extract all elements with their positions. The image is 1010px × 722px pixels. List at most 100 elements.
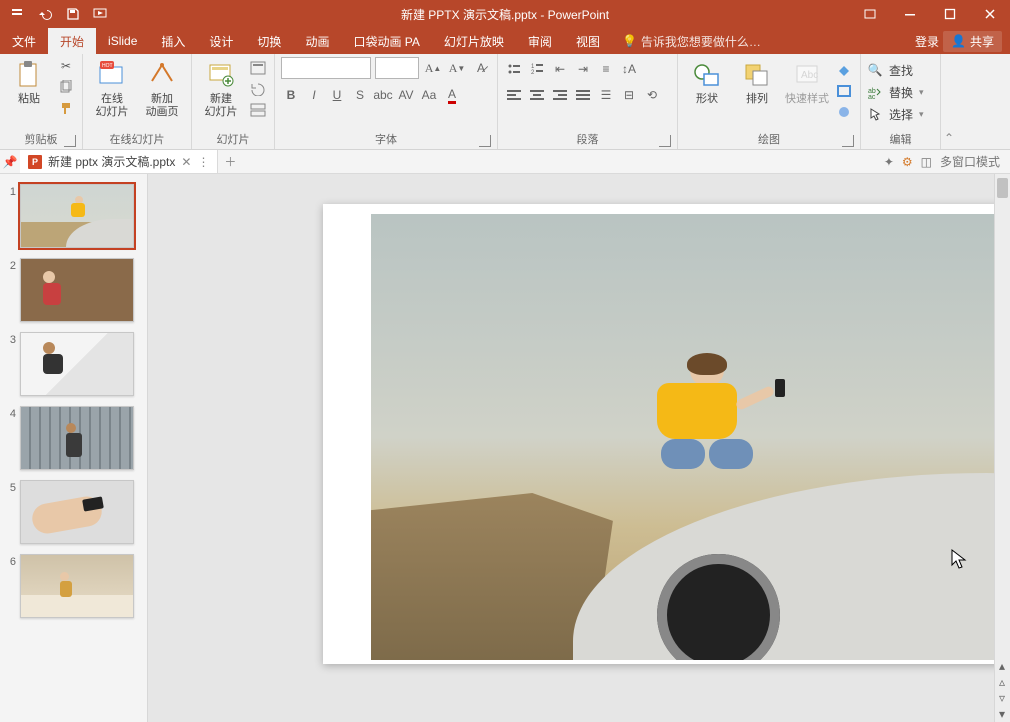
close-tab-icon[interactable]: ✕ — [181, 155, 191, 169]
tab-animations[interactable]: 动画 — [293, 28, 341, 54]
tab-slideshow[interactable]: 幻灯片放映 — [432, 28, 516, 54]
slide-thumbnail-6[interactable] — [20, 554, 134, 618]
grow-font-icon[interactable]: A▲ — [423, 58, 443, 78]
slide-thumbnail-panel[interactable]: 1 2 3 4 5 6 — [0, 174, 148, 722]
increase-indent-icon[interactable]: ⇥ — [573, 59, 593, 79]
vertical-scrollbar[interactable]: ▴ ▵ ▿ ▾ — [994, 174, 1010, 722]
start-from-beginning-icon[interactable] — [88, 2, 114, 26]
justify-icon[interactable] — [573, 85, 593, 105]
font-family-combo[interactable] — [281, 57, 371, 79]
slide-editor-area[interactable]: ▴ ▵ ▿ ▾ — [148, 174, 1010, 722]
shrink-font-icon[interactable]: A▼ — [447, 58, 467, 78]
ribbon-display-icon[interactable] — [850, 0, 890, 28]
gear-icon[interactable]: ⚙ — [902, 155, 913, 169]
character-spacing-icon[interactable]: AV — [396, 85, 416, 105]
minimize-button[interactable] — [890, 0, 930, 28]
quick-styles-button[interactable]: Abc 快速样式 — [784, 57, 830, 106]
tab-insert[interactable]: 插入 — [149, 28, 197, 54]
text-direction-icon[interactable]: ↕A — [619, 59, 639, 79]
undo-icon[interactable] — [32, 2, 58, 26]
shape-fill-icon[interactable] — [834, 61, 854, 79]
tell-me-search[interactable]: 💡 告诉我您想要做什么… — [612, 28, 771, 54]
layout-icon[interactable] — [248, 59, 268, 77]
decrease-indent-icon[interactable]: ⇤ — [550, 59, 570, 79]
login-link[interactable]: 登录 — [915, 33, 939, 50]
multiwindow-icon[interactable]: ◫ — [921, 155, 932, 169]
shape-outline-icon[interactable] — [834, 82, 854, 100]
bullets-icon[interactable] — [504, 59, 524, 79]
slide-thumbnail-5[interactable] — [20, 480, 134, 544]
reset-icon[interactable] — [248, 80, 268, 98]
tab-view[interactable]: 视图 — [564, 28, 612, 54]
close-button[interactable] — [970, 0, 1010, 28]
tab-review[interactable]: 审阅 — [516, 28, 564, 54]
tab-transitions[interactable]: 切换 — [245, 28, 293, 54]
shapes-button[interactable]: 形状 — [684, 57, 730, 106]
bold-button[interactable]: B — [281, 85, 301, 105]
cut-icon[interactable]: ✂ — [56, 57, 76, 75]
columns-icon[interactable]: ☰ — [596, 85, 616, 105]
multiwindow-label[interactable]: 多窗口模式 — [940, 153, 1000, 170]
arrange-button[interactable]: 排列 — [734, 57, 780, 106]
scrollbar-thumb[interactable] — [997, 178, 1008, 198]
slide-canvas[interactable] — [323, 204, 1010, 664]
online-slides-button[interactable]: HOT 在线 幻灯片 — [89, 57, 135, 119]
italic-button[interactable]: I — [304, 85, 324, 105]
tab-menu-icon[interactable]: ⋮ — [197, 155, 209, 169]
slide-image[interactable] — [371, 214, 1010, 660]
align-text-icon[interactable]: ⊟ — [619, 85, 639, 105]
document-tab[interactable]: P 新建 pptx 演示文稿.pptx ✕ ⋮ — [20, 150, 218, 173]
paragraph-launcher-icon[interactable] — [659, 135, 671, 147]
clipboard-launcher-icon[interactable] — [64, 135, 76, 147]
shape-effects-icon[interactable] — [834, 103, 854, 121]
window-title: 新建 PPTX 演示文稿.pptx - PowerPoint — [401, 6, 609, 23]
slide-thumbnail-3[interactable] — [20, 332, 134, 396]
strikethrough-button[interactable]: S — [350, 85, 370, 105]
align-right-icon[interactable] — [550, 85, 570, 105]
slide-thumbnail-1[interactable] — [20, 184, 134, 248]
scroll-up-icon[interactable]: ▴ — [994, 658, 1010, 674]
slide-thumbnail-4[interactable] — [20, 406, 134, 470]
paste-button[interactable]: 粘贴 — [6, 57, 52, 106]
drawing-launcher-icon[interactable] — [842, 135, 854, 147]
tab-pocket-anim[interactable]: 口袋动画 PA — [341, 28, 431, 54]
new-animation-page-button[interactable]: 新加 动画页 — [139, 57, 185, 119]
numbering-icon[interactable]: 12 — [527, 59, 547, 79]
format-painter-icon[interactable] — [56, 99, 76, 117]
replace-button[interactable]: abac替换▾ — [867, 81, 924, 103]
slide-thumbnail-2[interactable] — [20, 258, 134, 322]
scroll-next-slide-icon[interactable]: ▿ — [994, 690, 1010, 706]
section-icon[interactable] — [248, 101, 268, 119]
maximize-button[interactable] — [930, 0, 970, 28]
select-button[interactable]: 选择▾ — [867, 103, 924, 125]
tab-islide[interactable]: iSlide — [96, 28, 149, 54]
underline-button[interactable]: U — [327, 85, 347, 105]
scroll-down-icon[interactable]: ▾ — [994, 706, 1010, 722]
align-left-icon[interactable] — [504, 85, 524, 105]
tab-file[interactable]: 文件 — [0, 28, 48, 54]
collapse-ribbon-icon[interactable]: ⌃ — [941, 54, 957, 149]
tab-home[interactable]: 开始 — [48, 28, 96, 54]
font-size-combo[interactable] — [375, 57, 419, 79]
font-launcher-icon[interactable] — [479, 135, 491, 147]
save-icon[interactable] — [60, 2, 86, 26]
new-slide-button[interactable]: 新建 幻灯片 — [198, 57, 244, 119]
font-color-icon[interactable]: A — [442, 85, 462, 105]
find-button[interactable]: 🔍查找 — [867, 59, 913, 81]
add-document-tab-icon[interactable]: ＋ — [218, 150, 242, 173]
align-center-icon[interactable] — [527, 85, 547, 105]
line-spacing-icon[interactable]: ≡ — [596, 59, 616, 79]
tab-design[interactable]: 设计 — [197, 28, 245, 54]
smartart-icon[interactable]: ⟲ — [642, 85, 662, 105]
share-button[interactable]: 👤 共享 — [943, 31, 1002, 52]
shadow-button[interactable]: abc — [373, 85, 393, 105]
qat-more-icon[interactable] — [4, 2, 30, 26]
change-case-icon[interactable]: Aa — [419, 85, 439, 105]
thumb-number: 6 — [4, 554, 16, 568]
scroll-prev-slide-icon[interactable]: ▵ — [994, 674, 1010, 690]
star-icon[interactable]: ✦ — [884, 155, 894, 169]
pin-icon[interactable]: 📌 — [0, 150, 20, 173]
clear-formatting-icon[interactable]: A̷ — [471, 58, 491, 78]
select-icon — [867, 106, 883, 122]
copy-icon[interactable] — [56, 78, 76, 96]
